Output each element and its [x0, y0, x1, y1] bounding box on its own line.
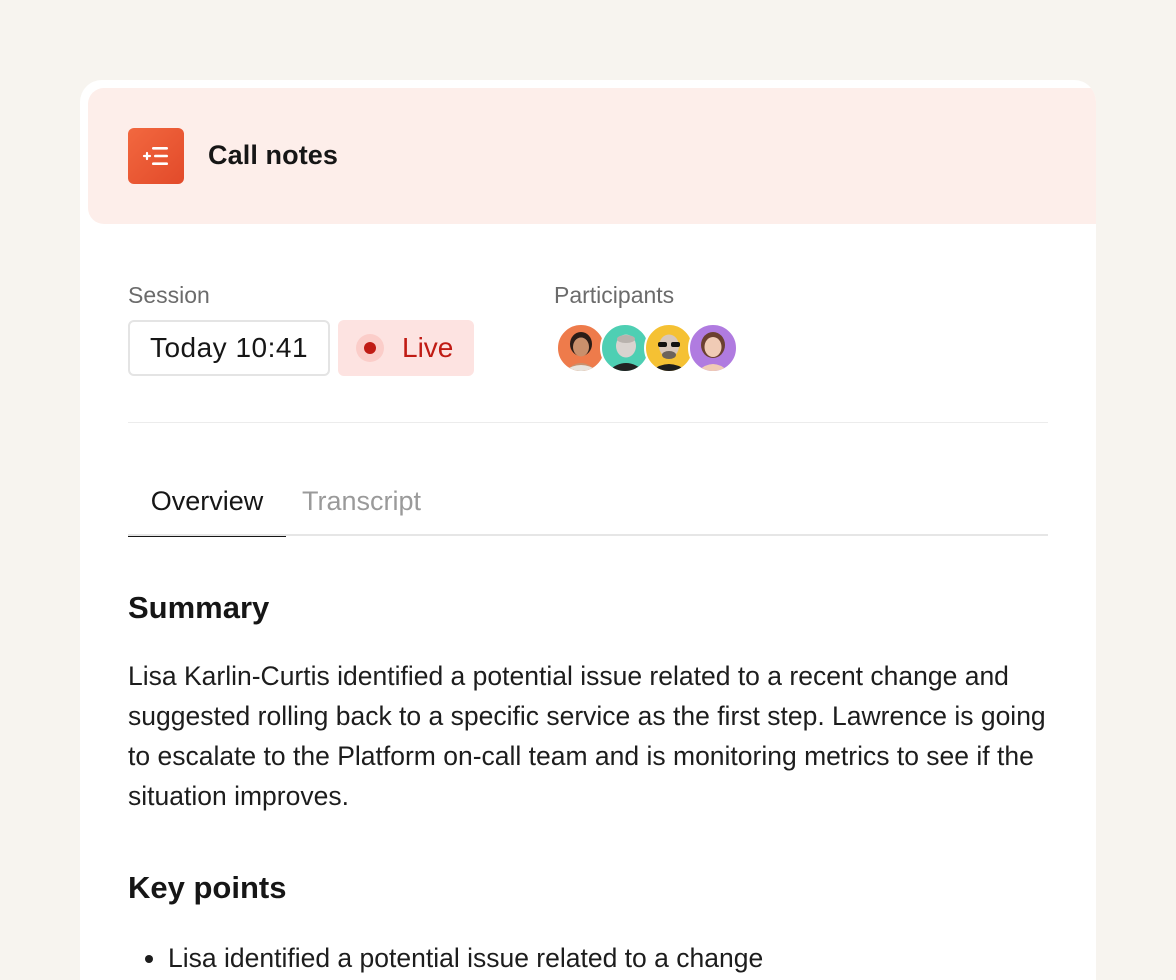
session-time: Today 10:41 [128, 320, 330, 376]
card-header: Call notes [88, 88, 1096, 224]
tab-bar: Overview Transcript [128, 480, 1048, 537]
avatar[interactable] [600, 323, 650, 373]
session-label: Session [128, 282, 210, 308]
participants-label: Participants [554, 282, 675, 308]
summary-text: Lisa Karlin-Curtis identified a potentia… [128, 661, 1046, 811]
tab-underline [128, 534, 1048, 536]
call-notes-card: Call notes Session Today 10:41 Live Part… [80, 80, 1096, 980]
live-status-label: Live [402, 332, 454, 363]
avatar[interactable] [688, 323, 738, 373]
summary-heading: Summary [128, 590, 270, 625]
key-points-heading: Key points [128, 870, 287, 905]
tab-transcript[interactable]: Transcript [302, 480, 421, 534]
list-item: Lisa identified a potential issue relate… [168, 938, 1048, 978]
page-title: Call notes [208, 140, 339, 170]
tab-overview[interactable]: Overview [128, 480, 286, 537]
key-points-list: Lisa identified a potential issue relate… [128, 938, 1048, 978]
avatar[interactable] [644, 323, 694, 373]
notes-list-icon [128, 128, 184, 184]
recording-dot-icon [356, 334, 384, 362]
section-divider [128, 422, 1048, 423]
avatar[interactable] [556, 323, 606, 373]
live-status-badge: Live [338, 320, 474, 376]
